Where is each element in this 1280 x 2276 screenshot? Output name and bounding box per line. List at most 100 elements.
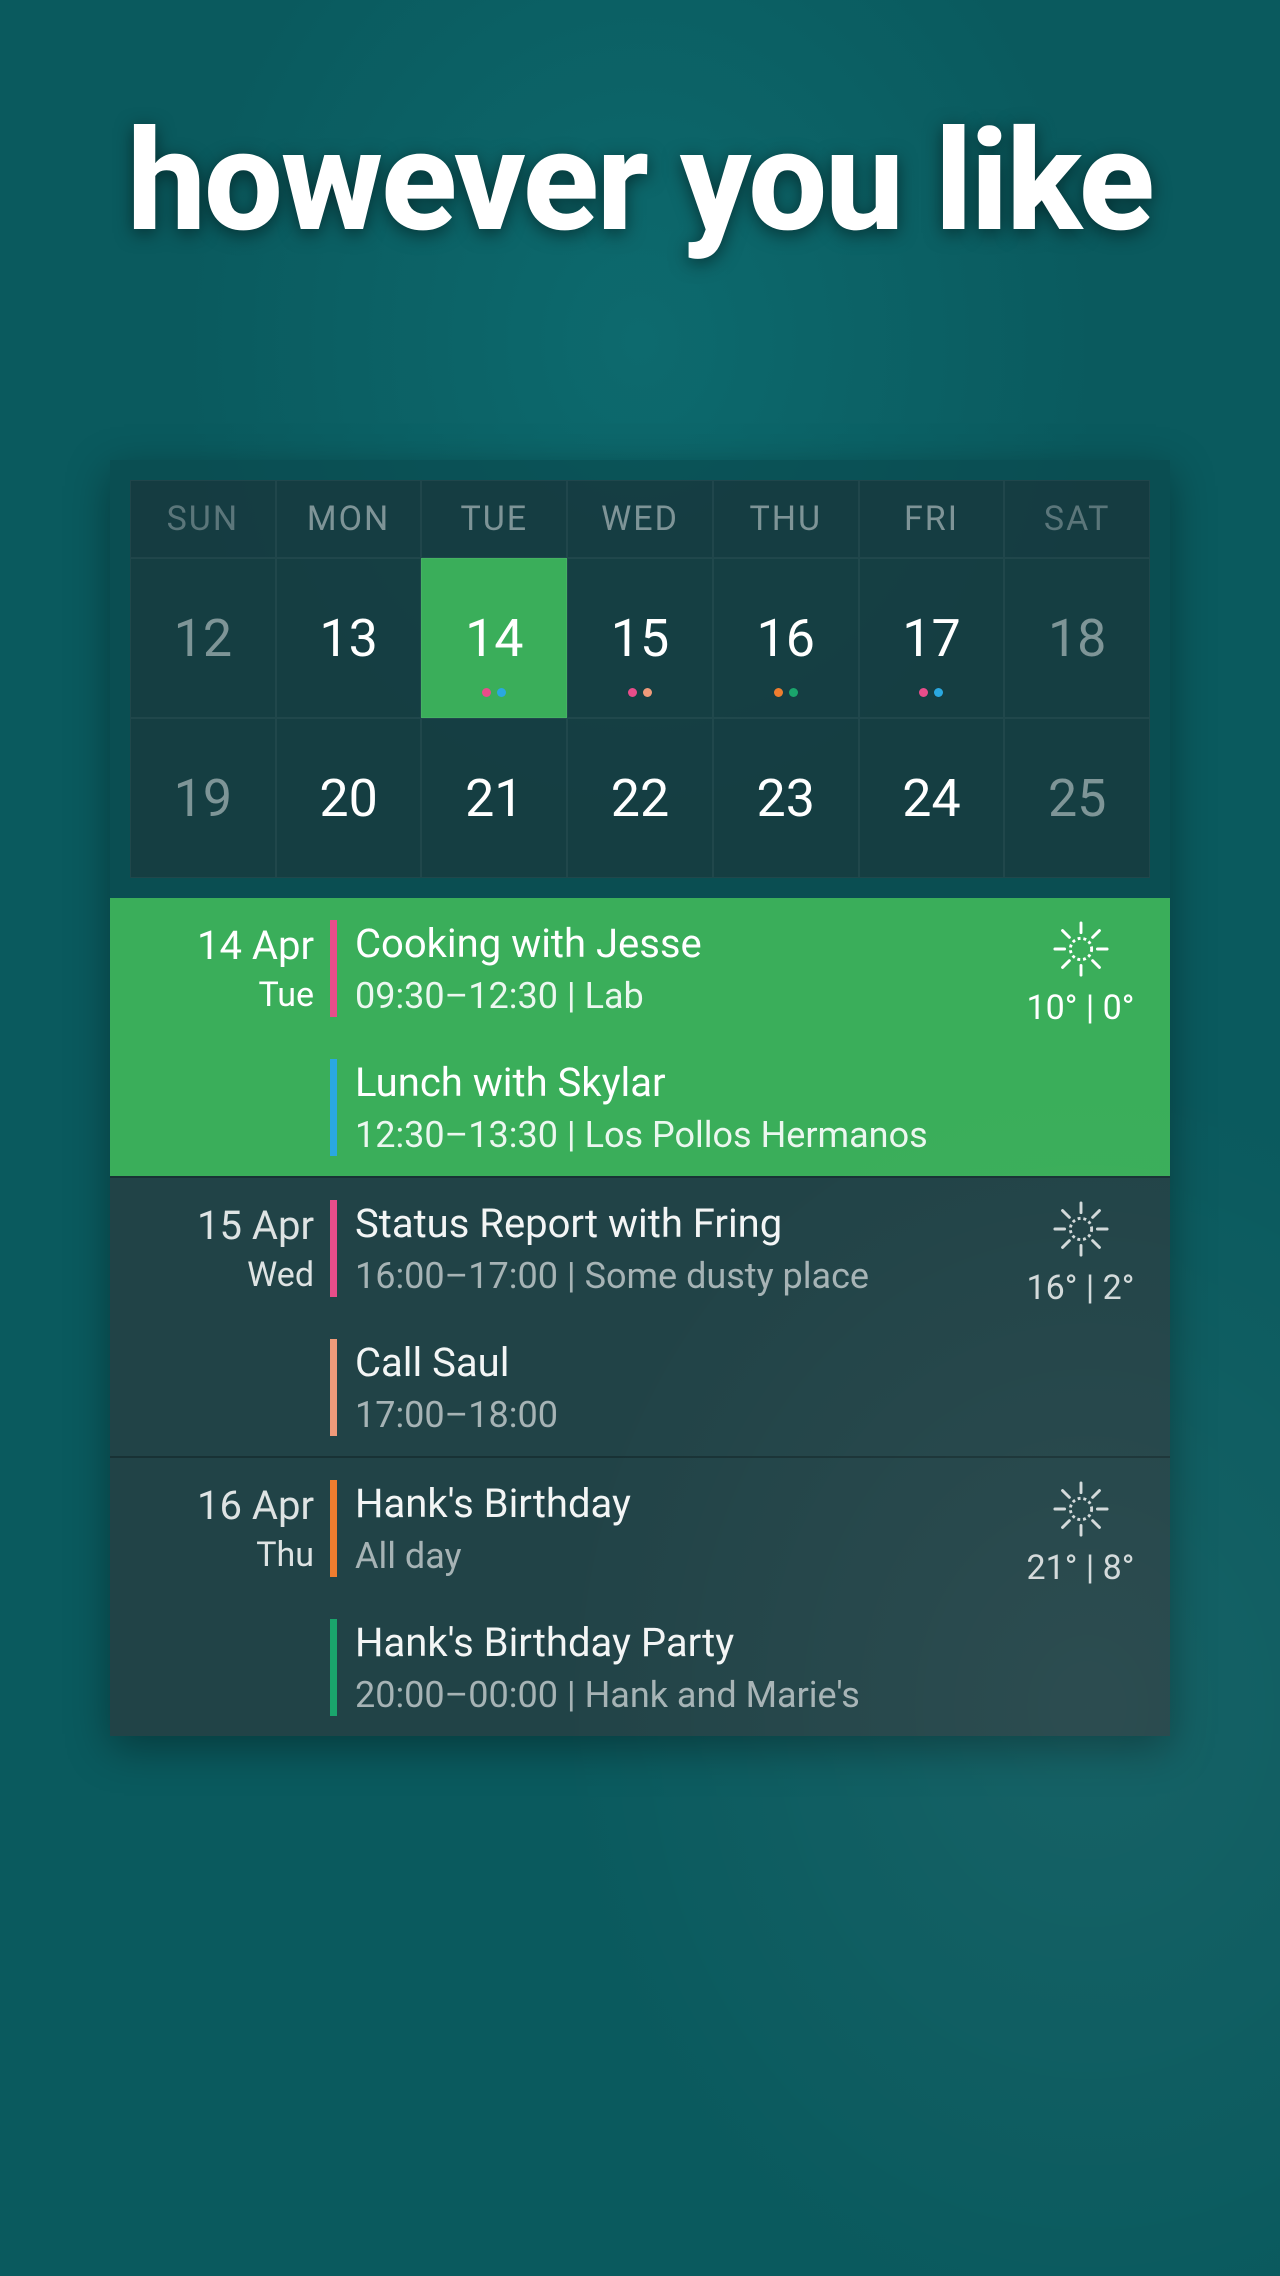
event-dot <box>919 688 928 697</box>
event-color-bar <box>330 1200 337 1297</box>
agenda-day-header: 15 AprWed <box>110 1178 330 1456</box>
calendar-day[interactable]: 23 <box>713 718 859 878</box>
calendar-widget: SUNMONTUEWEDTHUFRISAT 12 13 14 15 16 17 18 19 20… <box>110 460 1170 1736</box>
calendar-day[interactable]: 16 <box>713 558 859 718</box>
sun-icon <box>1052 1200 1110 1258</box>
agenda-date: 14 Apr <box>110 922 314 969</box>
event-subtitle: All day <box>355 1535 1005 1577</box>
event-text: Hank's Birthday Party 20:00–00:00 | Hank … <box>355 1619 1005 1716</box>
weather-temp: 10° | 0° <box>1005 988 1156 1028</box>
weekday-header: WED <box>567 480 713 558</box>
event-dots <box>919 688 943 697</box>
event-dots <box>628 688 652 697</box>
day-number: 15 <box>611 608 669 669</box>
event-title: Status Report with Fring <box>355 1200 1005 1247</box>
agenda-date: 15 Apr <box>110 1202 314 1249</box>
event-color-bar <box>330 1619 337 1716</box>
event-dot <box>497 688 506 697</box>
agenda-list: 14 Apr Tue Cooking with Jesse 09:30–12:30 |… <box>110 898 1170 1736</box>
event-text: Cooking with Jesse 09:30–12:30 | Lab <box>355 920 1005 1017</box>
event-dot <box>934 688 943 697</box>
weekday-header: SUN <box>130 480 276 558</box>
weather-temp: 16° | 2° <box>1005 1268 1156 1308</box>
agenda-events: Status Report with Fring 16:00–17:00 | So… <box>330 1178 1005 1456</box>
event-subtitle: 16:00–17:00 | Some dusty place <box>355 1255 1005 1297</box>
event-text: Lunch with Skylar 12:30–13:30 | Los Pollo… <box>355 1059 1005 1156</box>
promo-headline: however you like <box>0 100 1280 264</box>
weather-temp: 21° | 8° <box>1005 1548 1156 1588</box>
event-title: Hank's Birthday Party <box>355 1619 1005 1666</box>
agenda-event[interactable]: Hank's Birthday All day <box>330 1458 1005 1597</box>
agenda-day-header: 16 AprThu <box>110 1458 330 1736</box>
event-subtitle: 20:00–00:00 | Hank and Marie's <box>355 1674 1005 1716</box>
day-number: 14 <box>465 608 523 669</box>
agenda-day: 15 AprWed Status Report with Fring 16:00–1… <box>110 1176 1170 1456</box>
calendar-day[interactable]: 18 <box>1004 558 1150 718</box>
day-number: 20 <box>319 768 377 829</box>
event-title: Call Saul <box>355 1339 1005 1386</box>
agenda-weather: 21° | 8° <box>1005 1458 1170 1736</box>
agenda-event[interactable]: Status Report with Fring 16:00–17:00 | So… <box>330 1178 1005 1317</box>
sun-icon <box>1052 920 1110 978</box>
event-dot <box>628 688 637 697</box>
calendar-day[interactable]: 13 <box>276 558 422 718</box>
day-number: 22 <box>611 768 669 829</box>
agenda-event[interactable]: Call Saul 17:00–18:00 <box>330 1317 1005 1456</box>
event-subtitle: 12:30–13:30 | Los Pollos Hermanos <box>355 1114 1005 1156</box>
event-title: Lunch with Skylar <box>355 1059 1005 1106</box>
event-title: Cooking with Jesse <box>355 920 1005 967</box>
day-number: 24 <box>902 768 960 829</box>
agenda-day: 16 AprThuHank's BirthdayAll dayHank's Bi… <box>110 1456 1170 1736</box>
calendar-day[interactable]: 24 <box>859 718 1005 878</box>
day-number: 25 <box>1048 768 1106 829</box>
calendar-day[interactable]: 21 <box>421 718 567 878</box>
calendar-day[interactable]: 25 <box>1004 718 1150 878</box>
calendar-day[interactable]: 19 <box>130 718 276 878</box>
day-number: 21 <box>465 768 523 829</box>
weekday-header: TUE <box>421 480 567 558</box>
calendar-day[interactable]: 15 <box>567 558 713 718</box>
event-dot <box>789 688 798 697</box>
day-number: 19 <box>174 768 232 829</box>
agenda-date: 16 Apr <box>110 1482 314 1529</box>
calendar-day[interactable]: 22 <box>567 718 713 878</box>
event-color-bar <box>330 1339 337 1436</box>
event-dots <box>482 688 506 697</box>
event-color-bar <box>330 920 337 1017</box>
agenda-day: 14 Apr Tue Cooking with Jesse 09:30–12:30 |… <box>110 898 1170 1176</box>
event-dot <box>643 688 652 697</box>
calendar-day-today[interactable]: 14 <box>421 558 567 718</box>
calendar-row: 19 20 21 22 23 24 25 <box>130 718 1150 878</box>
weekday-header: SAT <box>1004 480 1150 558</box>
day-number: 13 <box>319 608 377 669</box>
weekday-header: FRI <box>859 480 1005 558</box>
event-color-bar <box>330 1480 337 1577</box>
agenda-day-header: 14 Apr Tue <box>110 898 330 1176</box>
weekday-header: THU <box>713 480 859 558</box>
calendar-day[interactable]: 12 <box>130 558 276 718</box>
agenda-events: Hank's Birthday All day Hank's Birthday Pa… <box>330 1458 1005 1736</box>
sun-icon <box>1052 1480 1110 1538</box>
event-dot <box>482 688 491 697</box>
agenda-event[interactable]: Lunch with Skylar 12:30–13:30 | Los Pollo… <box>330 1037 1005 1176</box>
day-number: 18 <box>1048 608 1106 669</box>
event-dot <box>774 688 783 697</box>
event-subtitle: 09:30–12:30 | Lab <box>355 975 1005 1017</box>
agenda-dow: Tue <box>110 975 314 1015</box>
calendar-row: 12 13 14 15 16 17 18 <box>130 558 1150 718</box>
agenda-weather: 10° | 0° <box>1005 898 1170 1176</box>
calendar-day[interactable]: 20 <box>276 718 422 878</box>
month-grid: SUNMONTUEWEDTHUFRISAT 12 13 14 15 16 17 18 19 20… <box>110 460 1170 898</box>
day-number: 23 <box>757 768 815 829</box>
day-number: 17 <box>902 608 960 669</box>
calendar-day[interactable]: 17 <box>859 558 1005 718</box>
day-number: 12 <box>174 608 232 669</box>
agenda-events: Cooking with Jesse 09:30–12:30 | Lab Lunch… <box>330 898 1005 1176</box>
weekday-header: MON <box>276 480 422 558</box>
agenda-event[interactable]: Cooking with Jesse 09:30–12:30 | Lab <box>330 898 1005 1037</box>
agenda-event[interactable]: Hank's Birthday Party 20:00–00:00 | Hank … <box>330 1597 1005 1736</box>
event-title: Hank's Birthday <box>355 1480 1005 1527</box>
event-dots <box>774 688 798 697</box>
event-text: Call Saul 17:00–18:00 <box>355 1339 1005 1436</box>
event-subtitle: 17:00–18:00 <box>355 1394 1005 1436</box>
